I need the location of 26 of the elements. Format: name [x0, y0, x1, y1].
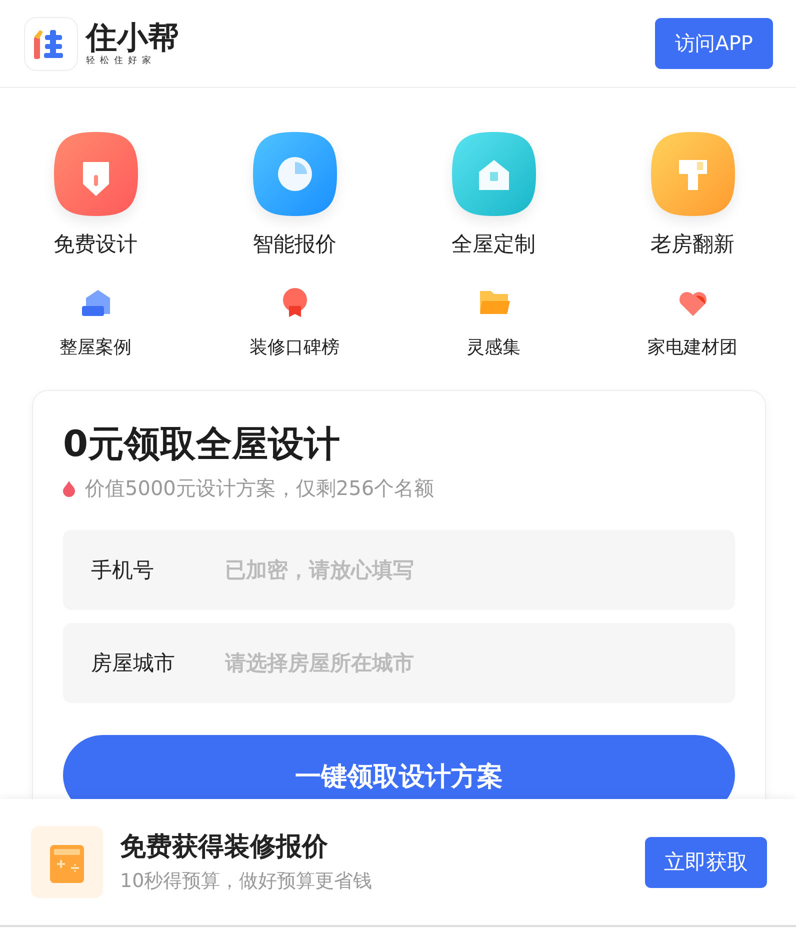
service-label[interactable]: 智能报价 [252, 230, 336, 258]
get-quote-button[interactable]: 立即获取 [645, 836, 767, 888]
brand-slogan: 轻松住好家 [86, 54, 157, 66]
service-label[interactable]: 老房翻新 [650, 230, 734, 258]
bar-title: 免费获得装修报价 [120, 831, 329, 864]
card-subtitle: 价值5000元设计方案，仅剩256个名额 [85, 475, 434, 502]
input-field[interactable]: 请选择房屋所在城市 [223, 650, 707, 676]
calculator-icon [31, 826, 103, 898]
field-label: 手机号 [91, 557, 155, 584]
service-label[interactable]: 装修口碑榜 [250, 336, 340, 360]
input-field[interactable]: 已加密，请放心填写 [223, 557, 707, 583]
brand-name: 住小帮 [86, 20, 179, 54]
service-label[interactable]: 整屋案例 [60, 336, 132, 360]
card-title: 0元领取全屋设计 [63, 423, 342, 467]
service-label[interactable]: 灵感集 [466, 336, 520, 360]
logo-icon [24, 16, 78, 70]
house-icon [452, 132, 536, 216]
shield-icon [54, 132, 138, 216]
service-label[interactable]: 家电建材团 [648, 336, 738, 360]
service-label[interactable]: 免费设计 [54, 230, 138, 258]
visit-app-button[interactable]: 访问APP [655, 18, 773, 69]
submit-button[interactable]: 一键领取设计方案 [63, 735, 735, 799]
clock-icon [252, 132, 336, 216]
bar-subtitle: 10秒得预算，做好预算更省钱 [120, 869, 374, 894]
service-label[interactable]: 全屋定制 [452, 230, 536, 258]
field-label: 房屋城市 [91, 650, 176, 677]
